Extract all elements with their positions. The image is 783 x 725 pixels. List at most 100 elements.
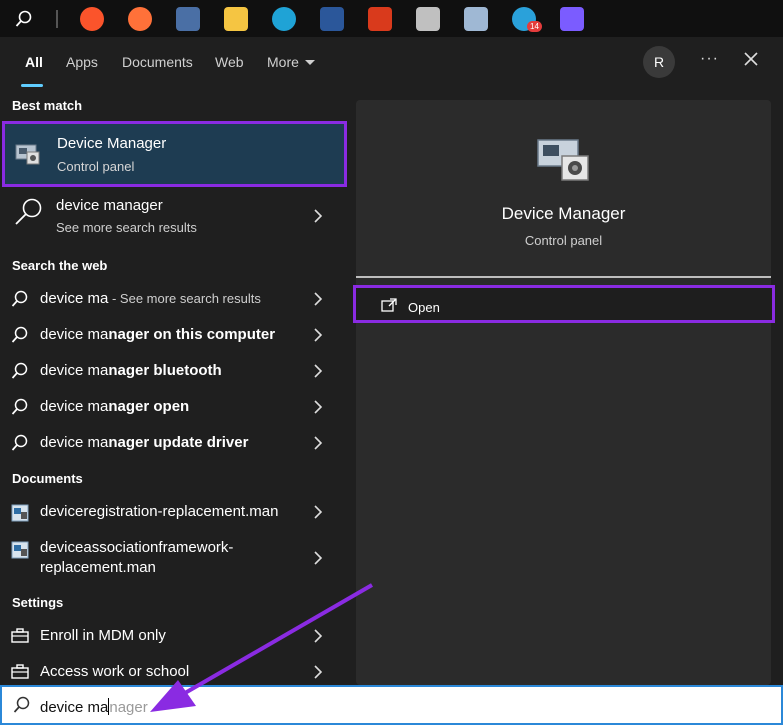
search-typed-text: device ma xyxy=(40,699,109,716)
chevron-right-icon xyxy=(313,292,323,311)
best-match-subtitle: Control panel xyxy=(57,159,135,174)
document-name: deviceregistration-replacement.man xyxy=(40,503,279,520)
more-options-icon[interactable]: ··· xyxy=(700,50,719,68)
chevron-right-icon xyxy=(313,551,323,570)
document-result-row[interactable]: deviceassociationframework- replacement.… xyxy=(0,531,344,583)
telegram-icon[interactable]: 14 xyxy=(500,0,548,37)
file-explorer-icon[interactable] xyxy=(212,0,260,37)
web-result-prefix: device ma xyxy=(40,326,109,343)
search-tabs-header: All Apps Documents Web More R ··· xyxy=(0,37,783,87)
section-best-match: Best match xyxy=(12,98,83,113)
web-result-row[interactable]: device manager bluetooth xyxy=(0,353,344,389)
close-icon[interactable] xyxy=(742,50,760,73)
document-name-line1: deviceassociationframework- xyxy=(40,539,234,556)
web-result-prefix: device ma xyxy=(40,434,109,451)
calculator-icon[interactable] xyxy=(164,0,212,37)
firefox-icon[interactable] xyxy=(116,0,164,37)
search-icon xyxy=(11,326,29,349)
setting-label: Enroll in MDM only xyxy=(40,627,166,644)
tab-more[interactable]: More xyxy=(267,54,315,70)
chevron-right-icon xyxy=(313,505,323,524)
document-result-row[interactable]: deviceregistration-replacement.man xyxy=(0,494,344,530)
brave-icon[interactable] xyxy=(68,0,116,37)
search-autocomplete-text: nager xyxy=(109,699,148,716)
preview-subtitle: Control panel xyxy=(524,233,603,248)
web-result-prefix: device ma xyxy=(40,290,109,307)
taskbar-search-icon[interactable] xyxy=(0,0,48,37)
document-file-icon xyxy=(11,541,29,564)
web-result-suffix: nager open xyxy=(108,398,190,415)
brave-glyph xyxy=(80,6,104,31)
tab-all[interactable]: All xyxy=(25,54,43,70)
search-icon xyxy=(13,696,31,719)
web-result-row[interactable]: device manager update driver xyxy=(0,425,344,461)
chevron-right-icon xyxy=(313,364,323,383)
chevron-right-icon xyxy=(313,209,323,228)
file-explorer-glyph xyxy=(224,6,248,31)
section-documents: Documents xyxy=(12,471,83,486)
section-search-web: Search the web xyxy=(12,258,108,273)
tab-apps[interactable]: Apps xyxy=(66,54,98,70)
web-result-text: device manager bluetooth xyxy=(40,362,222,379)
app-globe-glyph xyxy=(368,6,392,31)
briefcase-icon xyxy=(11,628,29,649)
see-more-results-row[interactable]: device manager See more search results xyxy=(0,197,344,241)
setting-label: Access work or school xyxy=(40,663,190,680)
web-result-suffix: nager update driver xyxy=(108,434,249,451)
web-result-prefix: device ma xyxy=(40,362,109,379)
document-file-icon xyxy=(11,504,29,527)
search-icon xyxy=(11,398,29,421)
search-icon xyxy=(11,434,29,457)
search-input[interactable]: device manager xyxy=(40,698,148,716)
search-bar[interactable]: device manager xyxy=(0,685,783,725)
best-match-title: Device Manager xyxy=(57,135,167,152)
app-icon-chart[interactable] xyxy=(452,0,500,37)
section-settings: Settings xyxy=(12,595,64,610)
web-result-row[interactable]: device manager open xyxy=(0,389,344,425)
best-match-device-manager[interactable]: Device Manager Control panel xyxy=(2,121,347,187)
tab-documents[interactable]: Documents xyxy=(122,54,193,70)
web-result-suffix: nager on this computer xyxy=(108,326,276,343)
chevron-right-icon xyxy=(313,629,323,648)
web-result-text: device ma - See more search results xyxy=(40,290,261,307)
tab-more-label: More xyxy=(267,54,299,70)
web-result-text: device manager open xyxy=(40,398,189,415)
app-chart-glyph xyxy=(464,6,488,31)
calculator-glyph xyxy=(176,6,200,31)
taskbar-separator xyxy=(56,9,58,28)
firefox-glyph xyxy=(128,6,152,31)
tab-web[interactable]: Web xyxy=(215,54,244,70)
web-result-row[interactable]: device manager on this computer xyxy=(0,317,344,353)
word-icon[interactable] xyxy=(308,0,356,37)
chevron-down-icon xyxy=(304,60,315,65)
see-more-title: device manager xyxy=(56,197,163,214)
chevron-right-icon xyxy=(313,436,323,455)
preview-divider xyxy=(356,276,771,278)
search-icon xyxy=(11,362,29,385)
open-button[interactable]: Open xyxy=(353,285,775,323)
chevron-right-icon xyxy=(313,328,323,347)
app-icon-satellite[interactable] xyxy=(404,0,452,37)
briefcase-icon xyxy=(11,664,29,685)
web-result-text: device manager update driver xyxy=(40,434,248,451)
edge-icon[interactable] xyxy=(260,0,308,37)
edge-glyph xyxy=(272,6,296,31)
open-icon xyxy=(381,298,397,317)
drop-glyph xyxy=(560,6,584,31)
web-result-text: device manager on this computer xyxy=(40,326,275,343)
app-satellite-glyph xyxy=(416,6,440,31)
drop-icon[interactable] xyxy=(548,0,596,37)
document-name-line2: replacement.man xyxy=(40,559,156,576)
device-manager-large-icon xyxy=(534,134,594,189)
word-glyph xyxy=(320,6,344,31)
setting-enroll-mdm[interactable]: Enroll in MDM only xyxy=(0,618,344,654)
preview-pane: Device Manager Control panel xyxy=(356,100,771,685)
device-manager-icon xyxy=(13,139,43,172)
avatar[interactable]: R xyxy=(643,46,675,78)
web-result-note: - See more search results xyxy=(108,291,261,306)
search-icon xyxy=(12,197,46,232)
web-result-row[interactable]: device ma - See more search results xyxy=(0,281,344,317)
app-icon-globe[interactable] xyxy=(356,0,404,37)
search-icon xyxy=(11,290,29,313)
preview-title: Device Manager xyxy=(501,204,626,223)
